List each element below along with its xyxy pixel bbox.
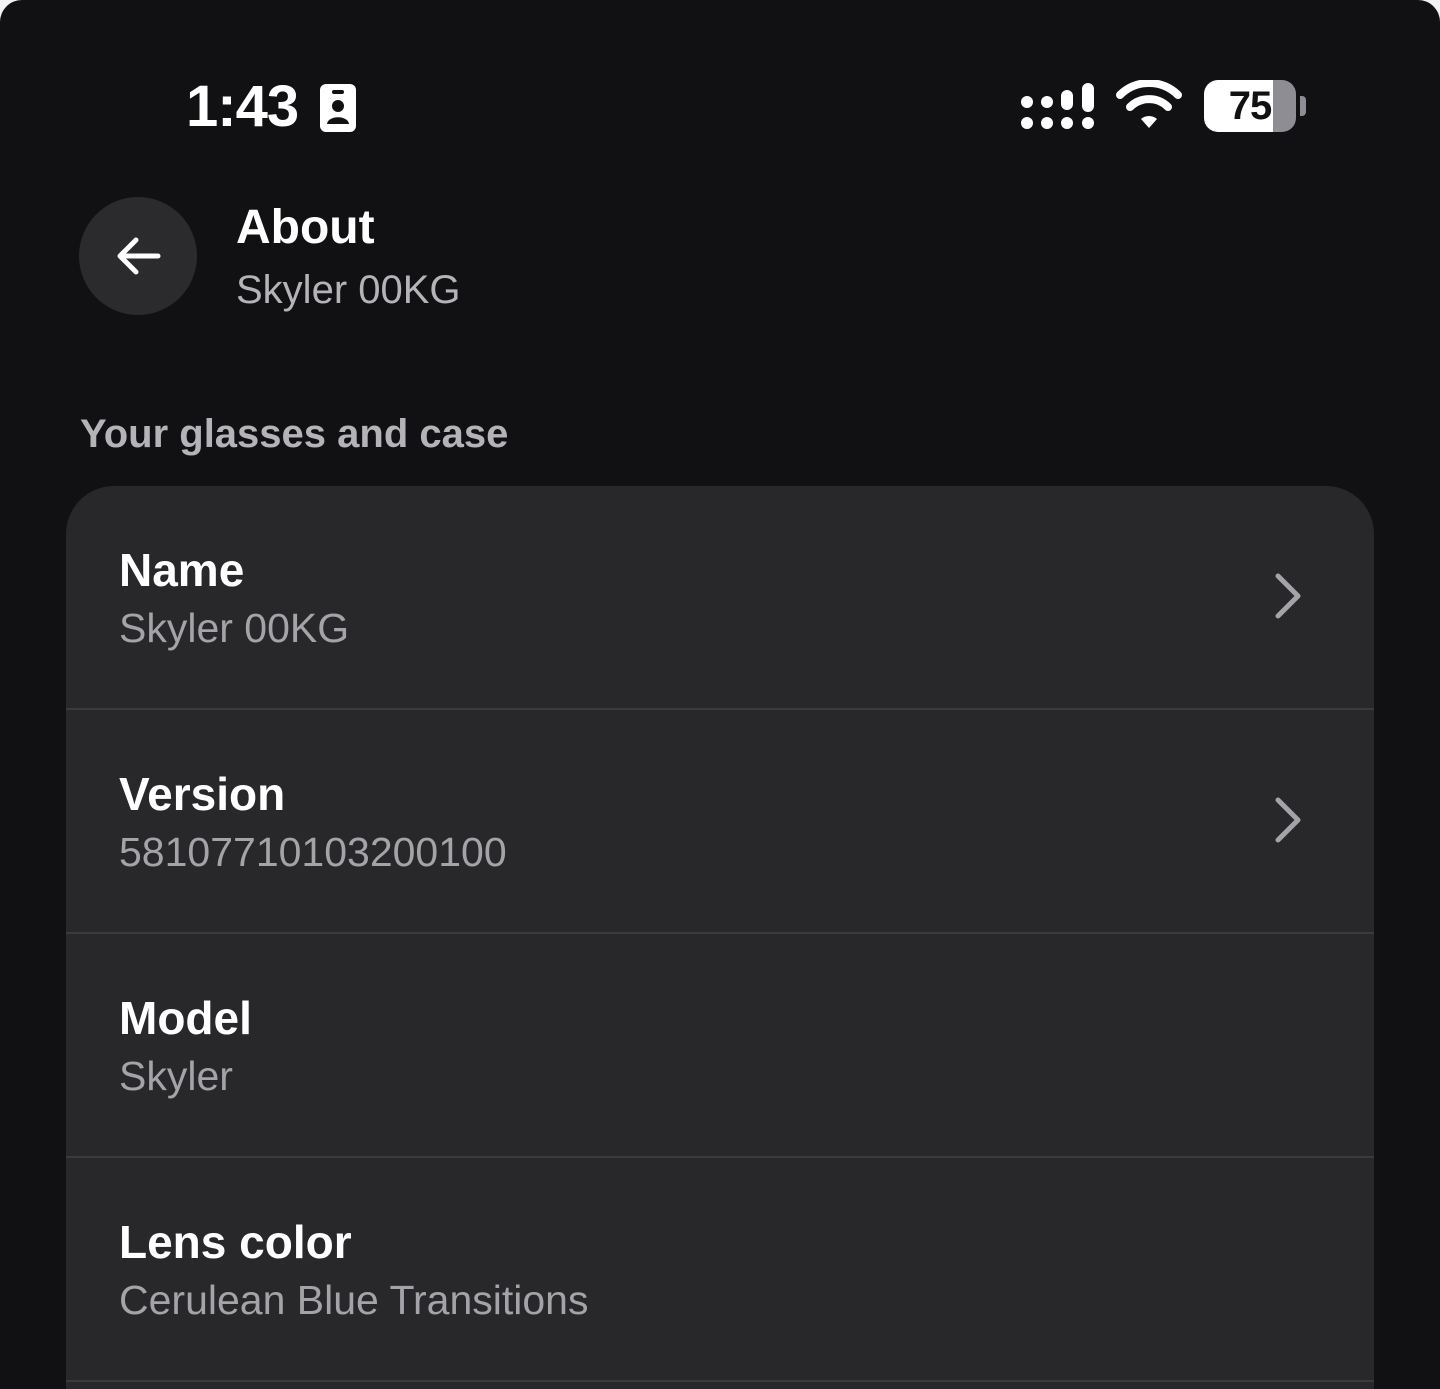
battery-level: 75: [1228, 84, 1273, 128]
chevron-right-icon: [1275, 797, 1301, 843]
arrow-left-icon: [117, 237, 161, 275]
row-label: Lens color: [119, 1216, 352, 1268]
phone-screen: 1:43 75 About Skyler 00KG Your glasses a…: [0, 0, 1440, 1389]
chevron-right-icon: [1275, 573, 1301, 619]
row-value: 5810771010320010​0: [119, 829, 507, 875]
section-heading: Your glasses and case: [80, 412, 509, 456]
wifi-icon: [1116, 80, 1182, 128]
page-title: About: [236, 201, 375, 254]
row-label: Version: [119, 768, 286, 820]
row-value: Skyler 00KG: [119, 605, 350, 651]
battery-icon: 75: [1204, 80, 1296, 132]
info-card: Name Skyler 00KG Version 581077101032001…: [66, 486, 1374, 1389]
page-subtitle: Skyler 00KG: [236, 268, 461, 312]
version-row[interactable]: Version 5810771010320010​0: [66, 710, 1374, 934]
back-button[interactable]: [79, 197, 197, 315]
row-label: Name: [119, 544, 245, 596]
row-label: Model: [119, 992, 252, 1044]
row-value: Cerulean Blue Transitions: [119, 1277, 589, 1323]
name-row[interactable]: Name Skyler 00KG: [66, 486, 1374, 710]
cellular-signal-icon: [1021, 83, 1094, 129]
model-row: Model Skyler: [66, 934, 1374, 1158]
battery-tip: [1300, 96, 1306, 116]
contact-card-icon: [320, 84, 356, 132]
row-value: Skyler: [119, 1053, 233, 1099]
lens-color-row: Lens color Cerulean Blue Transitions: [66, 1158, 1374, 1382]
status-time: 1:43: [186, 74, 299, 139]
